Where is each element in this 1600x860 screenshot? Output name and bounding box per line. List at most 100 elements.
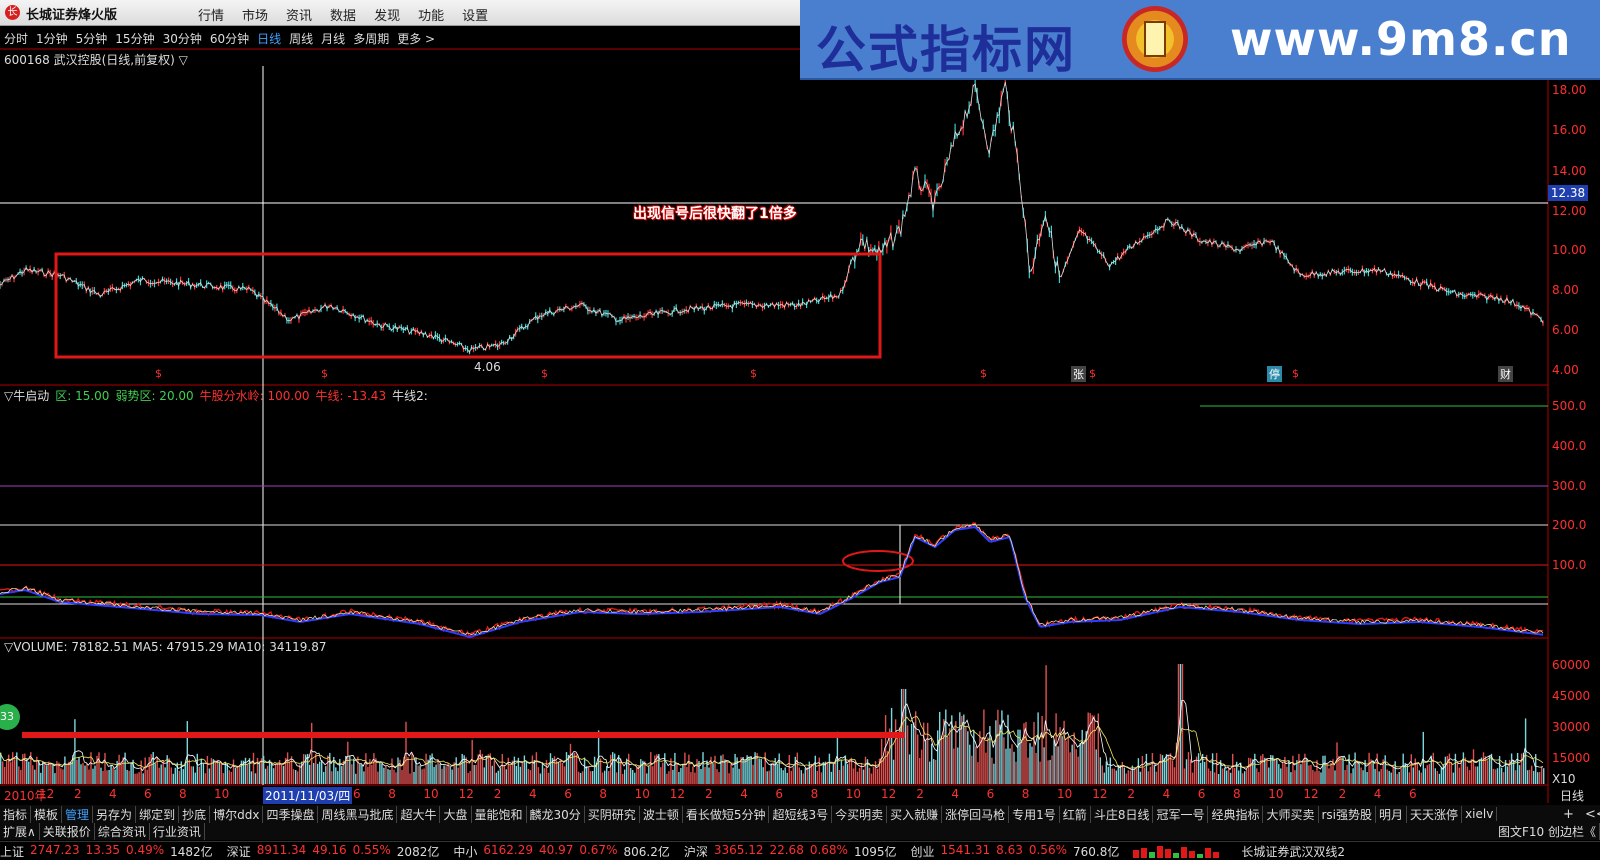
- volume-bar: [1069, 752, 1071, 784]
- tab-industry-news[interactable]: 行业资讯: [150, 823, 205, 840]
- event-marker[interactable]: $: [750, 367, 757, 380]
- indicator-tab[interactable]: 大师买卖: [1263, 805, 1319, 823]
- indicator-tab[interactable]: 超大牛: [397, 805, 441, 823]
- volume-bar: [351, 764, 353, 784]
- volume-bar: [0, 752, 2, 784]
- date-axis-label: 4: [529, 787, 537, 801]
- indicator-tab[interactable]: 经典指标: [1208, 805, 1264, 823]
- volume-bar: [1362, 770, 1364, 784]
- index-quote-name: 上证: [0, 844, 25, 859]
- indicator-tab[interactable]: 波士顿: [640, 805, 683, 823]
- indicator-tab[interactable]: 超短线3号: [769, 805, 833, 823]
- event-marker[interactable]: $: [980, 367, 987, 380]
- volume-bar: [244, 757, 247, 784]
- volume-bar: [44, 762, 46, 784]
- indicator-tab[interactable]: 抄底: [179, 805, 211, 823]
- date-axis-label: 2: [493, 787, 502, 801]
- volume-bar: [1153, 765, 1156, 784]
- volume-bar: [274, 764, 277, 784]
- indicator-tab[interactable]: 绑定到: [136, 805, 180, 823]
- indicator-tab[interactable]: 天天涨停: [1407, 805, 1463, 823]
- add-tab-button[interactable]: +: [1560, 807, 1577, 822]
- volume-bar: [1474, 766, 1477, 784]
- volume-bar: [1155, 771, 1158, 784]
- event-marker[interactable]: $: [321, 367, 328, 380]
- event-marker-cai[interactable]: 财: [1498, 366, 1513, 382]
- collapse-tabs-button[interactable]: <<: [1582, 807, 1600, 822]
- indicator-tab[interactable]: 涨停回马枪: [942, 805, 1010, 823]
- volume-bar: [581, 771, 584, 784]
- volume-bar: [1093, 715, 1095, 784]
- indicator-tab[interactable]: 大盘: [440, 805, 472, 823]
- volume-bar: [28, 761, 30, 784]
- date-axis-label: 12: [1092, 787, 1108, 801]
- indicator-tab[interactable]: 红箭: [1060, 805, 1091, 823]
- f10-sidebar-toggle[interactable]: 图文F10 创边栏《: [1495, 823, 1600, 840]
- volume-bar: [226, 763, 229, 784]
- volume-bar: [752, 764, 754, 784]
- tab-extend[interactable]: 扩展∧: [0, 823, 40, 840]
- event-marker-zhang[interactable]: 张: [1071, 366, 1086, 382]
- chart-canvas[interactable]: [0, 0, 1600, 860]
- volume-bar: [1145, 753, 1148, 784]
- indicator-tab[interactable]: 指标: [0, 805, 32, 823]
- indicator-tab[interactable]: 量能饱和: [472, 805, 527, 823]
- indicator-tab[interactable]: 专用1号: [1009, 805, 1060, 823]
- index-quote[interactable]: 创业 1541.31 8.63 0.56% 760.8亿: [911, 843, 1120, 860]
- volume-bar: [1244, 771, 1246, 784]
- index-quote[interactable]: 上证 2747.23 13.35 0.49% 1482亿: [0, 843, 213, 860]
- volume-bar: [1326, 762, 1328, 784]
- volume-bar: [826, 761, 829, 784]
- chart-annotation: 出现信号后很快翻了1倍多: [633, 206, 797, 222]
- date-axis: 2010年 12 2 4 6 8 10 2011/11/03/四 6 8 10 12 2 4 6 8 10 12 2…: [0, 786, 1600, 804]
- indicator-tab[interactable]: 周线黑马批底: [318, 805, 398, 823]
- indicator-tab[interactable]: 今买明卖: [832, 805, 888, 823]
- volume-bar: [1344, 770, 1346, 784]
- tab-general-news[interactable]: 综合资讯: [95, 823, 150, 840]
- volume-bar: [365, 753, 367, 784]
- event-marker[interactable]: $: [1089, 367, 1096, 380]
- date-axis-label: 2: [916, 787, 924, 801]
- event-marker[interactable]: $: [1292, 367, 1299, 380]
- indicator-legend[interactable]: ▽牛启动 区: 15.00 弱势区: 20.00 牛股分水岭: 100.00 牛…: [4, 387, 428, 404]
- indicator-tab[interactable]: 博尔ddx: [210, 805, 264, 823]
- volume-bar: [1422, 731, 1424, 784]
- volume-bar: [214, 762, 217, 784]
- volume-legend[interactable]: ▽VOLUME: 78182.51 MA5: 47915.29 MA10: 34…: [4, 640, 326, 654]
- event-marker[interactable]: $: [541, 367, 548, 380]
- indicator-tab[interactable]: 斗庄8日线: [1091, 805, 1154, 823]
- volume-bar: [995, 720, 997, 784]
- volume-bar: [720, 755, 722, 784]
- event-marker-ting[interactable]: 停: [1267, 366, 1282, 382]
- volume-bar: [168, 758, 170, 784]
- volume-bar: [1318, 770, 1320, 784]
- event-marker[interactable]: $: [155, 367, 162, 380]
- volume-bar: [252, 752, 255, 784]
- indicator-tab[interactable]: 看长做短5分钟: [683, 805, 770, 823]
- indicator-tab[interactable]: 买入就赚: [887, 805, 943, 823]
- volume-bar: [1380, 769, 1382, 784]
- index-quote[interactable]: 沪深 3365.12 22.68 0.68% 1095亿: [684, 843, 897, 860]
- index-quote[interactable]: 深证 8911.34 49.16 0.55% 2082亿: [227, 843, 440, 860]
- tab-related-quotes[interactable]: 关联报价: [40, 823, 95, 840]
- indicator-tab[interactable]: 模板: [31, 805, 63, 823]
- indicator-tab[interactable]: 冠军一号: [1153, 805, 1209, 823]
- index-quote[interactable]: 中小 6162.29 40.97 0.67% 806.2亿: [453, 843, 669, 860]
- indicator-tab[interactable]: 买阴研究: [585, 805, 640, 823]
- volume-bar: [882, 758, 885, 784]
- indicator-tab[interactable]: 管理: [62, 805, 94, 823]
- indicator-tab[interactable]: 明月: [1376, 805, 1408, 823]
- volume-bar: [1105, 761, 1107, 784]
- volume-bar: [840, 760, 843, 784]
- volume-bar: [258, 763, 261, 784]
- volume-bar: [1322, 755, 1324, 784]
- indicator-tab[interactable]: rsi强势股: [1319, 805, 1377, 823]
- volume-bar: [196, 753, 198, 784]
- price-axis-label: 18.00: [1552, 83, 1587, 97]
- indicator-tab[interactable]: 四季操盘: [263, 805, 319, 823]
- indicator-tab[interactable]: 麟龙30分: [527, 805, 585, 823]
- volume-bar: [178, 770, 180, 784]
- indicator-tab[interactable]: 另存为: [93, 805, 137, 823]
- volume-bar: [1446, 756, 1449, 784]
- indicator-tab[interactable]: xielv: [1462, 807, 1498, 821]
